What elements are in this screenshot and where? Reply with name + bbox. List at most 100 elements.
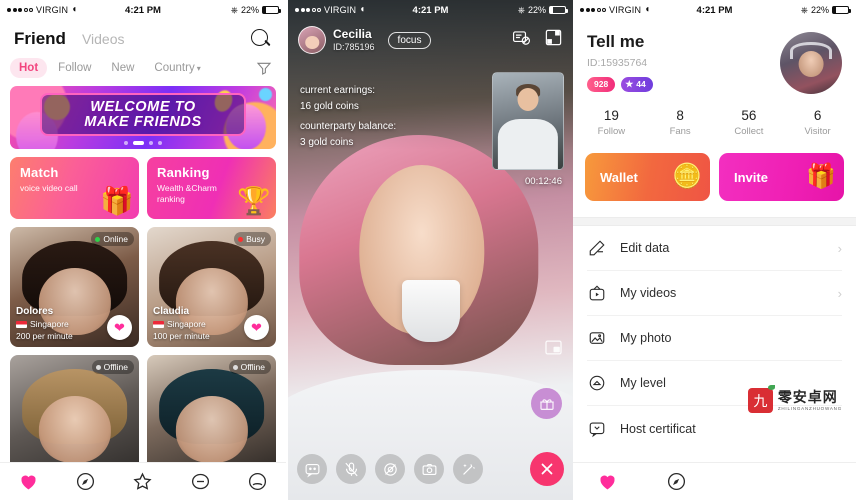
user-card[interactable]: Online Dolores Singapore 200 per minute … — [10, 227, 139, 347]
mute-icon[interactable] — [336, 454, 366, 484]
banner-line-2: MAKE FRIENDS — [84, 113, 202, 130]
end-call-icon — [541, 463, 553, 475]
stat-label: Collect — [734, 126, 764, 137]
gift-button[interactable] — [531, 388, 562, 419]
user-card[interactable]: Busy Claudia Singapore 100 per minute ❤ — [147, 227, 276, 347]
like-button[interactable]: ❤ — [107, 315, 132, 340]
page-title-videos[interactable]: Videos — [82, 31, 125, 47]
status-badge: Offline — [228, 360, 271, 374]
star-icon: ★ — [625, 79, 634, 89]
match-card[interactable]: Match voice video call 🎁 — [10, 157, 139, 219]
like-button[interactable]: ❤ — [244, 315, 269, 340]
flag-icon — [153, 320, 164, 328]
bluetooth-icon: ⎈ — [230, 4, 238, 15]
heart-icon: ❤ — [114, 320, 125, 335]
carrier-label: VIRGIN — [36, 5, 69, 15]
wallet-button[interactable]: Wallet 🪙 — [585, 153, 710, 201]
user-name: Dolores — [16, 306, 54, 317]
filter-icon[interactable] — [256, 60, 272, 76]
tab-profile-icon[interactable] — [247, 471, 268, 492]
level-badge: ★ 44 — [621, 77, 653, 92]
chevron-right-icon: › — [837, 240, 842, 256]
wifi-icon: ◖ — [644, 4, 651, 15]
status-right: ⎈ 22% — [518, 5, 568, 16]
caller-info: Cecilia ID:785196 — [333, 26, 375, 53]
status-left: VIRGIN ◖ — [580, 5, 650, 15]
tab-heart-icon[interactable] — [597, 471, 618, 492]
status-bar-1: VIRGIN ◖ 4:21 PM ⎈ 22% — [0, 0, 286, 20]
stat-collect[interactable]: 56 Collect — [715, 108, 784, 137]
profile-header: Tell me ID:15935764 928 ★ 44 — [573, 20, 856, 94]
focus-button[interactable]: focus — [387, 31, 432, 49]
user-card[interactable]: Offline — [147, 355, 276, 475]
carrier-label: VIRGIN — [324, 5, 357, 15]
tab-hot[interactable]: Hot — [10, 58, 48, 78]
flag-icon — [16, 320, 27, 328]
stat-fans[interactable]: 8 Fans — [646, 108, 715, 137]
tab-compass-icon[interactable] — [75, 471, 96, 492]
status-label: Busy — [246, 234, 265, 244]
wifi-icon: ◖ — [359, 4, 366, 15]
menu-item-my-photo[interactable]: My photo — [587, 316, 842, 361]
block-list-icon[interactable] — [512, 28, 531, 52]
self-view-thumbnail[interactable] — [492, 72, 564, 170]
caller-name: Cecilia — [333, 26, 372, 41]
banner-text: WELCOME TO MAKE FRIENDS — [40, 93, 246, 136]
three-panel-screenshot: VIRGIN ◖ 4:21 PM ⎈ 22% Friend Videos Hot… — [0, 0, 858, 500]
panel-video-call: VIRGIN ◖ 4:21 PM ⎈ 22% Cecilia ID:785196… — [288, 0, 573, 500]
effects-icon[interactable] — [453, 454, 483, 484]
chat-icon[interactable] — [297, 454, 327, 484]
profile-menu: Edit data › My videos › My photo My leve… — [573, 226, 856, 451]
status-right: ⎈ 22% — [801, 5, 851, 16]
pencil-icon — [587, 239, 606, 258]
picture-in-picture-icon[interactable] — [544, 338, 563, 357]
stat-follow[interactable]: 19 Follow — [577, 108, 646, 137]
user-country: Singapore — [16, 318, 73, 330]
tab-star-icon[interactable] — [132, 471, 153, 492]
status-label: Online — [103, 234, 128, 244]
ranking-card-title: Ranking — [157, 165, 210, 180]
user-rate: 100 per minute — [153, 331, 210, 341]
page-title-friend[interactable]: Friend — [14, 29, 66, 49]
earnings-overlay: current earnings: 16 gold coins counterp… — [300, 83, 396, 151]
status-left: VIRGIN ◖ — [7, 5, 77, 15]
avatar[interactable] — [298, 26, 326, 54]
switch-camera-icon[interactable] — [414, 454, 444, 484]
menu-item-label: Host certificat — [620, 421, 696, 436]
battery-percent: 22% — [527, 5, 546, 15]
user-card[interactable]: Offline — [10, 355, 139, 475]
minimize-icon[interactable] — [544, 28, 563, 52]
watermark-text: 零安卓网 ZHILINGANZHUOWANG — [778, 390, 842, 411]
watermark-seal-icon: 九 — [747, 385, 775, 413]
heart-icon: ❤ — [251, 320, 262, 335]
tab-new[interactable]: New — [102, 58, 143, 78]
camera-off-icon[interactable] — [375, 454, 405, 484]
stat-value: 56 — [741, 108, 757, 123]
profile-avatar[interactable] — [780, 32, 842, 94]
user-name: Claudia — [153, 306, 190, 317]
promo-cards: Match voice video call 🎁 Ranking Wealth … — [10, 157, 276, 219]
search-icon[interactable] — [250, 28, 272, 50]
tab-message-icon[interactable] — [190, 471, 211, 492]
chevron-down-icon: ▾ — [196, 64, 201, 73]
tab-compass-icon[interactable] — [666, 471, 687, 492]
ranking-card[interactable]: Ranking Wealth &Charm ranking 🏆 — [147, 157, 276, 219]
tab-heart-icon[interactable] — [18, 471, 39, 492]
gift-icon: 🎁 — [806, 163, 836, 190]
menu-item-my-videos[interactable]: My videos › — [587, 271, 842, 316]
menu-item-edit-data[interactable]: Edit data › — [587, 226, 842, 271]
match-card-sub: voice video call — [20, 183, 78, 193]
signal-dots-icon — [295, 8, 321, 12]
video-icon — [587, 284, 606, 303]
panel-friend-list: VIRGIN ◖ 4:21 PM ⎈ 22% Friend Videos Hot… — [0, 0, 286, 500]
tab-follow[interactable]: Follow — [49, 58, 100, 78]
tab-country-label: Country — [154, 62, 195, 74]
tab-country[interactable]: Country ▾ — [145, 58, 209, 78]
end-call-button[interactable] — [530, 452, 564, 486]
invite-button[interactable]: Invite 🎁 — [719, 153, 844, 201]
bottom-tabbar-3 — [573, 462, 856, 500]
stat-visitor[interactable]: 6 Visitor — [783, 108, 852, 137]
banner-pagination[interactable] — [10, 141, 276, 145]
promo-banner[interactable]: WELCOME TO MAKE FRIENDS — [10, 86, 276, 149]
stat-value: 8 — [676, 108, 684, 123]
